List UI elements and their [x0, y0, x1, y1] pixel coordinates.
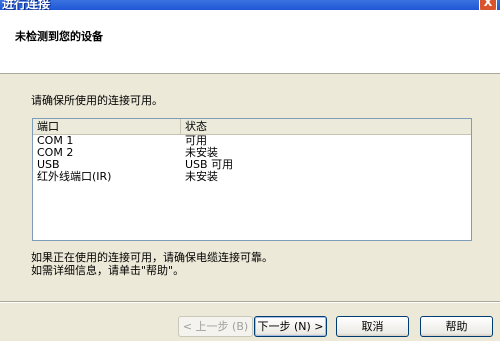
- page-heading: 未检测到您的设备: [15, 30, 103, 43]
- column-header-status[interactable]: 状态: [181, 119, 471, 134]
- list-item[interactable]: COM 2 未安装: [33, 147, 471, 159]
- list-item[interactable]: 红外线端口(IR) 未安装: [33, 171, 471, 183]
- footer-divider: [0, 301, 500, 303]
- status-cell: 未安装: [185, 170, 218, 183]
- title-bar: 进行连接 X: [0, 0, 500, 10]
- connection-list[interactable]: 端口 状态 COM 1 可用 COM 2 未安装 USB USB 可用 红外线端…: [32, 118, 472, 241]
- port-cell: 红外线端口(IR): [37, 170, 112, 183]
- help-note: 如果正在使用的连接可用，请确保电缆连接可靠。 如需详细信息，请单击"帮助"。: [31, 251, 273, 277]
- back-button[interactable]: < 上一步 (B): [178, 316, 253, 337]
- close-icon[interactable]: X: [479, 0, 497, 10]
- instruction-text: 请确保所使用的连接可用。: [31, 94, 163, 107]
- cancel-button[interactable]: 取消: [336, 316, 409, 337]
- window-title: 进行连接: [2, 0, 51, 10]
- note-line-1: 如果正在使用的连接可用，请确保电缆连接可靠。: [31, 251, 273, 264]
- list-header: 端口 状态: [33, 119, 471, 135]
- next-button[interactable]: 下一步 (N) >: [254, 316, 327, 337]
- wizard-header: 未检测到您的设备: [0, 10, 500, 74]
- wizard-content: 请确保所使用的连接可用。 端口 状态 COM 1 可用 COM 2 未安装 US…: [0, 74, 500, 302]
- help-button[interactable]: 帮助: [420, 316, 493, 337]
- list-item[interactable]: COM 1 可用: [33, 135, 471, 147]
- note-line-2: 如需详细信息，请单击"帮助"。: [31, 264, 185, 277]
- column-header-port[interactable]: 端口: [33, 119, 181, 134]
